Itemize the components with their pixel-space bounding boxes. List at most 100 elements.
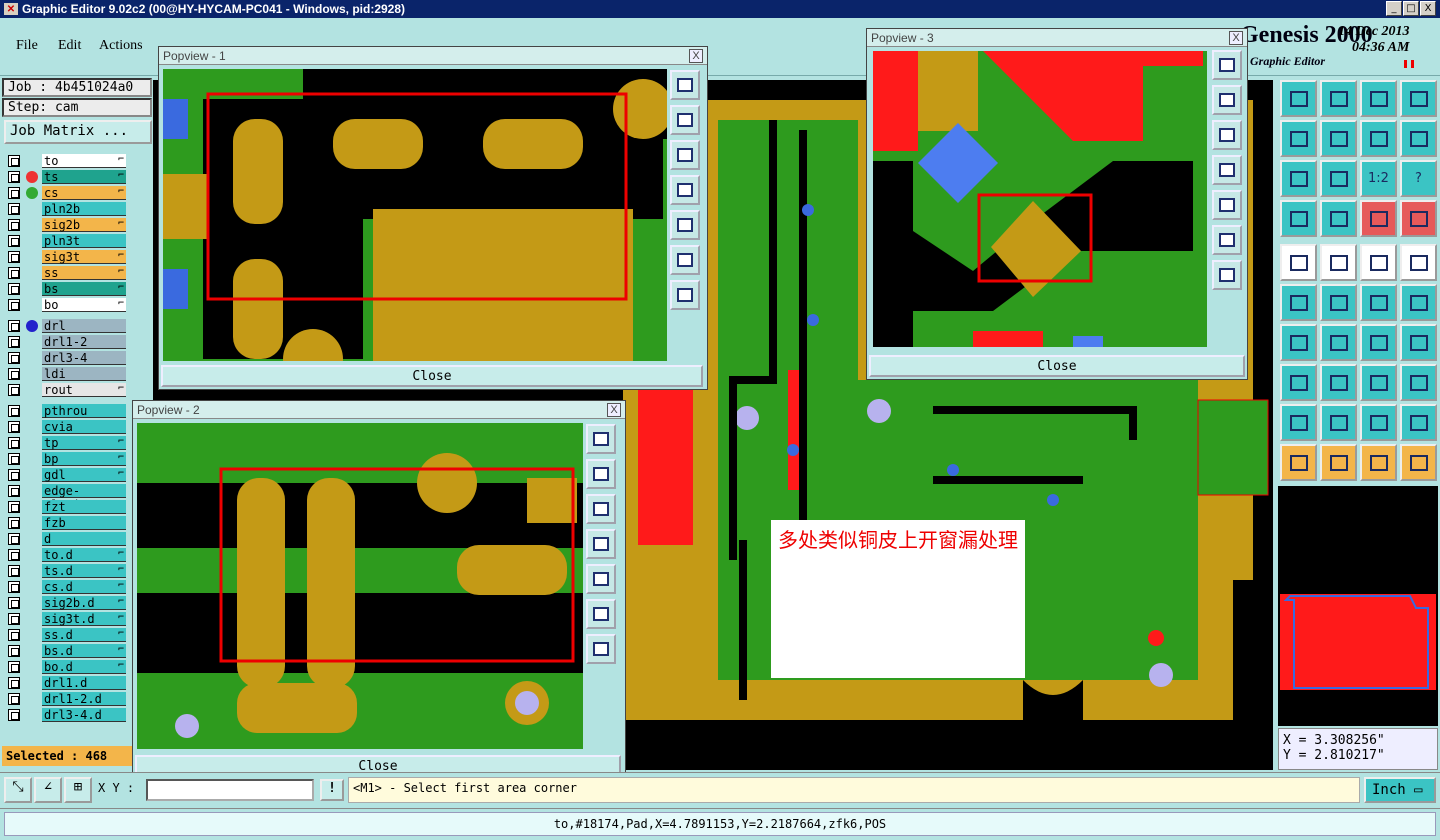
maximize-button[interactable]: □: [1403, 1, 1419, 16]
layer-checkbox[interactable]: [8, 384, 20, 396]
menu-edit[interactable]: Edit: [58, 38, 81, 54]
pause-icon[interactable]: [1404, 60, 1414, 68]
layer-row[interactable]: sig3t.d ⌐: [8, 612, 126, 626]
help-icon[interactable]: ?: [1400, 160, 1437, 197]
pad-icon[interactable]: [1280, 244, 1317, 281]
layer-checkbox[interactable]: [8, 421, 20, 433]
layer-row[interactable]: bs.d ⌐: [8, 644, 126, 658]
layer-row[interactable]: drl3-4: [8, 351, 126, 365]
arch-b-icon[interactable]: [1400, 404, 1437, 441]
layer-checkbox[interactable]: [8, 501, 20, 513]
layer-row[interactable]: ss ⌐: [8, 266, 126, 280]
layer-checkbox[interactable]: [8, 709, 20, 721]
home-icon[interactable]: [1212, 85, 1242, 115]
scale-icon[interactable]: 1:2: [1360, 160, 1397, 197]
ruler-icon[interactable]: [1360, 244, 1397, 281]
layer-row[interactable]: fzt: [8, 500, 126, 514]
layer-checkbox[interactable]: [8, 693, 20, 705]
layer-row[interactable]: drl1.d: [8, 676, 126, 690]
center-icon[interactable]: [1320, 160, 1357, 197]
layer-row[interactable]: cs.d ⌐: [8, 580, 126, 594]
zoom-area-icon[interactable]: ⤡: [4, 777, 32, 803]
layer-checkbox[interactable]: [8, 235, 20, 247]
zoom-fit-icon[interactable]: [586, 424, 616, 454]
zoom-out-icon[interactable]: [670, 140, 700, 170]
layer-checkbox[interactable]: [8, 549, 20, 561]
move-icon[interactable]: [1280, 364, 1317, 401]
layer-row[interactable]: d: [8, 532, 126, 546]
layer-checkbox[interactable]: [8, 171, 20, 183]
layer-checkbox[interactable]: [8, 661, 20, 673]
layer-checkbox[interactable]: [8, 267, 20, 279]
slash-icon[interactable]: [1320, 324, 1357, 361]
layer-row[interactable]: drl3-4.d: [8, 708, 126, 722]
layer-row[interactable]: to ⌐: [8, 154, 126, 168]
layer-checkbox[interactable]: [8, 581, 20, 593]
select-box-icon[interactable]: [1320, 444, 1357, 481]
select-node-icon[interactable]: [1400, 444, 1437, 481]
node-icon[interactable]: [1280, 284, 1317, 321]
layer-row[interactable]: ss.d ⌐: [8, 628, 126, 642]
layer-checkbox[interactable]: [8, 677, 20, 689]
layer-checkbox[interactable]: [8, 645, 20, 657]
angle-icon[interactable]: [1280, 324, 1317, 361]
rotate-icon[interactable]: [1400, 120, 1437, 157]
layer-checkbox[interactable]: [8, 629, 20, 641]
layer-checkbox[interactable]: [8, 283, 20, 295]
layer-row[interactable]: cs ⌐: [8, 186, 126, 200]
menu-actions[interactable]: Actions: [99, 38, 143, 54]
layer-checkbox[interactable]: [8, 320, 20, 332]
fit-icon[interactable]: [1280, 160, 1317, 197]
layer-row[interactable]: bp ⌐: [8, 452, 126, 466]
pan-left-icon[interactable]: [670, 175, 700, 205]
layer-checkbox[interactable]: [8, 485, 20, 497]
layer-row[interactable]: tp ⌐: [8, 436, 126, 450]
layer-row[interactable]: pln3t: [8, 234, 126, 248]
arch-icon[interactable]: [1360, 404, 1397, 441]
layer-row[interactable]: sig2b ⌐: [8, 218, 126, 232]
group-icon[interactable]: [1400, 364, 1437, 401]
layer-row[interactable]: pln2b: [8, 202, 126, 216]
zoom-fit-icon[interactable]: [670, 70, 700, 100]
close-window-button[interactable]: X: [1420, 1, 1436, 16]
popview-2-view[interactable]: [137, 423, 583, 749]
layer-row[interactable]: edge-plating: [8, 484, 126, 512]
measure-icon[interactable]: ∠: [34, 777, 62, 803]
zoom-out-icon[interactable]: [1212, 120, 1242, 150]
layer-checkbox[interactable]: [8, 336, 20, 348]
layer-checkbox[interactable]: [8, 187, 20, 199]
layer-row[interactable]: ldi: [8, 367, 126, 381]
layer-checkbox[interactable]: [8, 469, 20, 481]
layers-alt-icon[interactable]: [1400, 200, 1437, 237]
menu-file[interactable]: File: [16, 38, 38, 54]
layer-checkbox[interactable]: [8, 597, 20, 609]
popview-1-close-button[interactable]: Close: [161, 365, 703, 387]
triangle-b-icon[interactable]: [1320, 404, 1357, 441]
layer-row[interactable]: drl1-2.d: [8, 692, 126, 706]
layer-row[interactable]: sig3t ⌐: [8, 250, 126, 264]
pan-right-icon[interactable]: [586, 564, 616, 594]
select-icon[interactable]: [1360, 444, 1397, 481]
layer-checkbox[interactable]: [8, 405, 20, 417]
home-icon[interactable]: [586, 459, 616, 489]
line-icon[interactable]: [1320, 244, 1357, 281]
layer-checkbox[interactable]: [8, 533, 20, 545]
left-icon[interactable]: [1280, 120, 1317, 157]
layer-checkbox[interactable]: [8, 352, 20, 364]
cross-icon[interactable]: [1320, 284, 1357, 321]
layer-row[interactable]: fzb: [8, 516, 126, 530]
layer-checkbox[interactable]: [8, 517, 20, 529]
popview-3-close-icon[interactable]: X: [1229, 30, 1243, 45]
pan-right-icon[interactable]: [670, 210, 700, 240]
split-icon[interactable]: [1400, 324, 1437, 361]
arc-alt-icon[interactable]: [1400, 284, 1437, 321]
right-icon[interactable]: [1320, 120, 1357, 157]
layer-row[interactable]: bo ⌐: [8, 298, 126, 312]
center-icon[interactable]: [586, 634, 616, 664]
layer-checkbox[interactable]: [8, 219, 20, 231]
fit-screen-icon[interactable]: [586, 599, 616, 629]
layer-checkbox[interactable]: [8, 453, 20, 465]
layer-row[interactable]: bs ⌐: [8, 282, 126, 296]
popview-3-close-button[interactable]: Close: [869, 355, 1245, 377]
layer-row[interactable]: ts.d ⌐: [8, 564, 126, 578]
